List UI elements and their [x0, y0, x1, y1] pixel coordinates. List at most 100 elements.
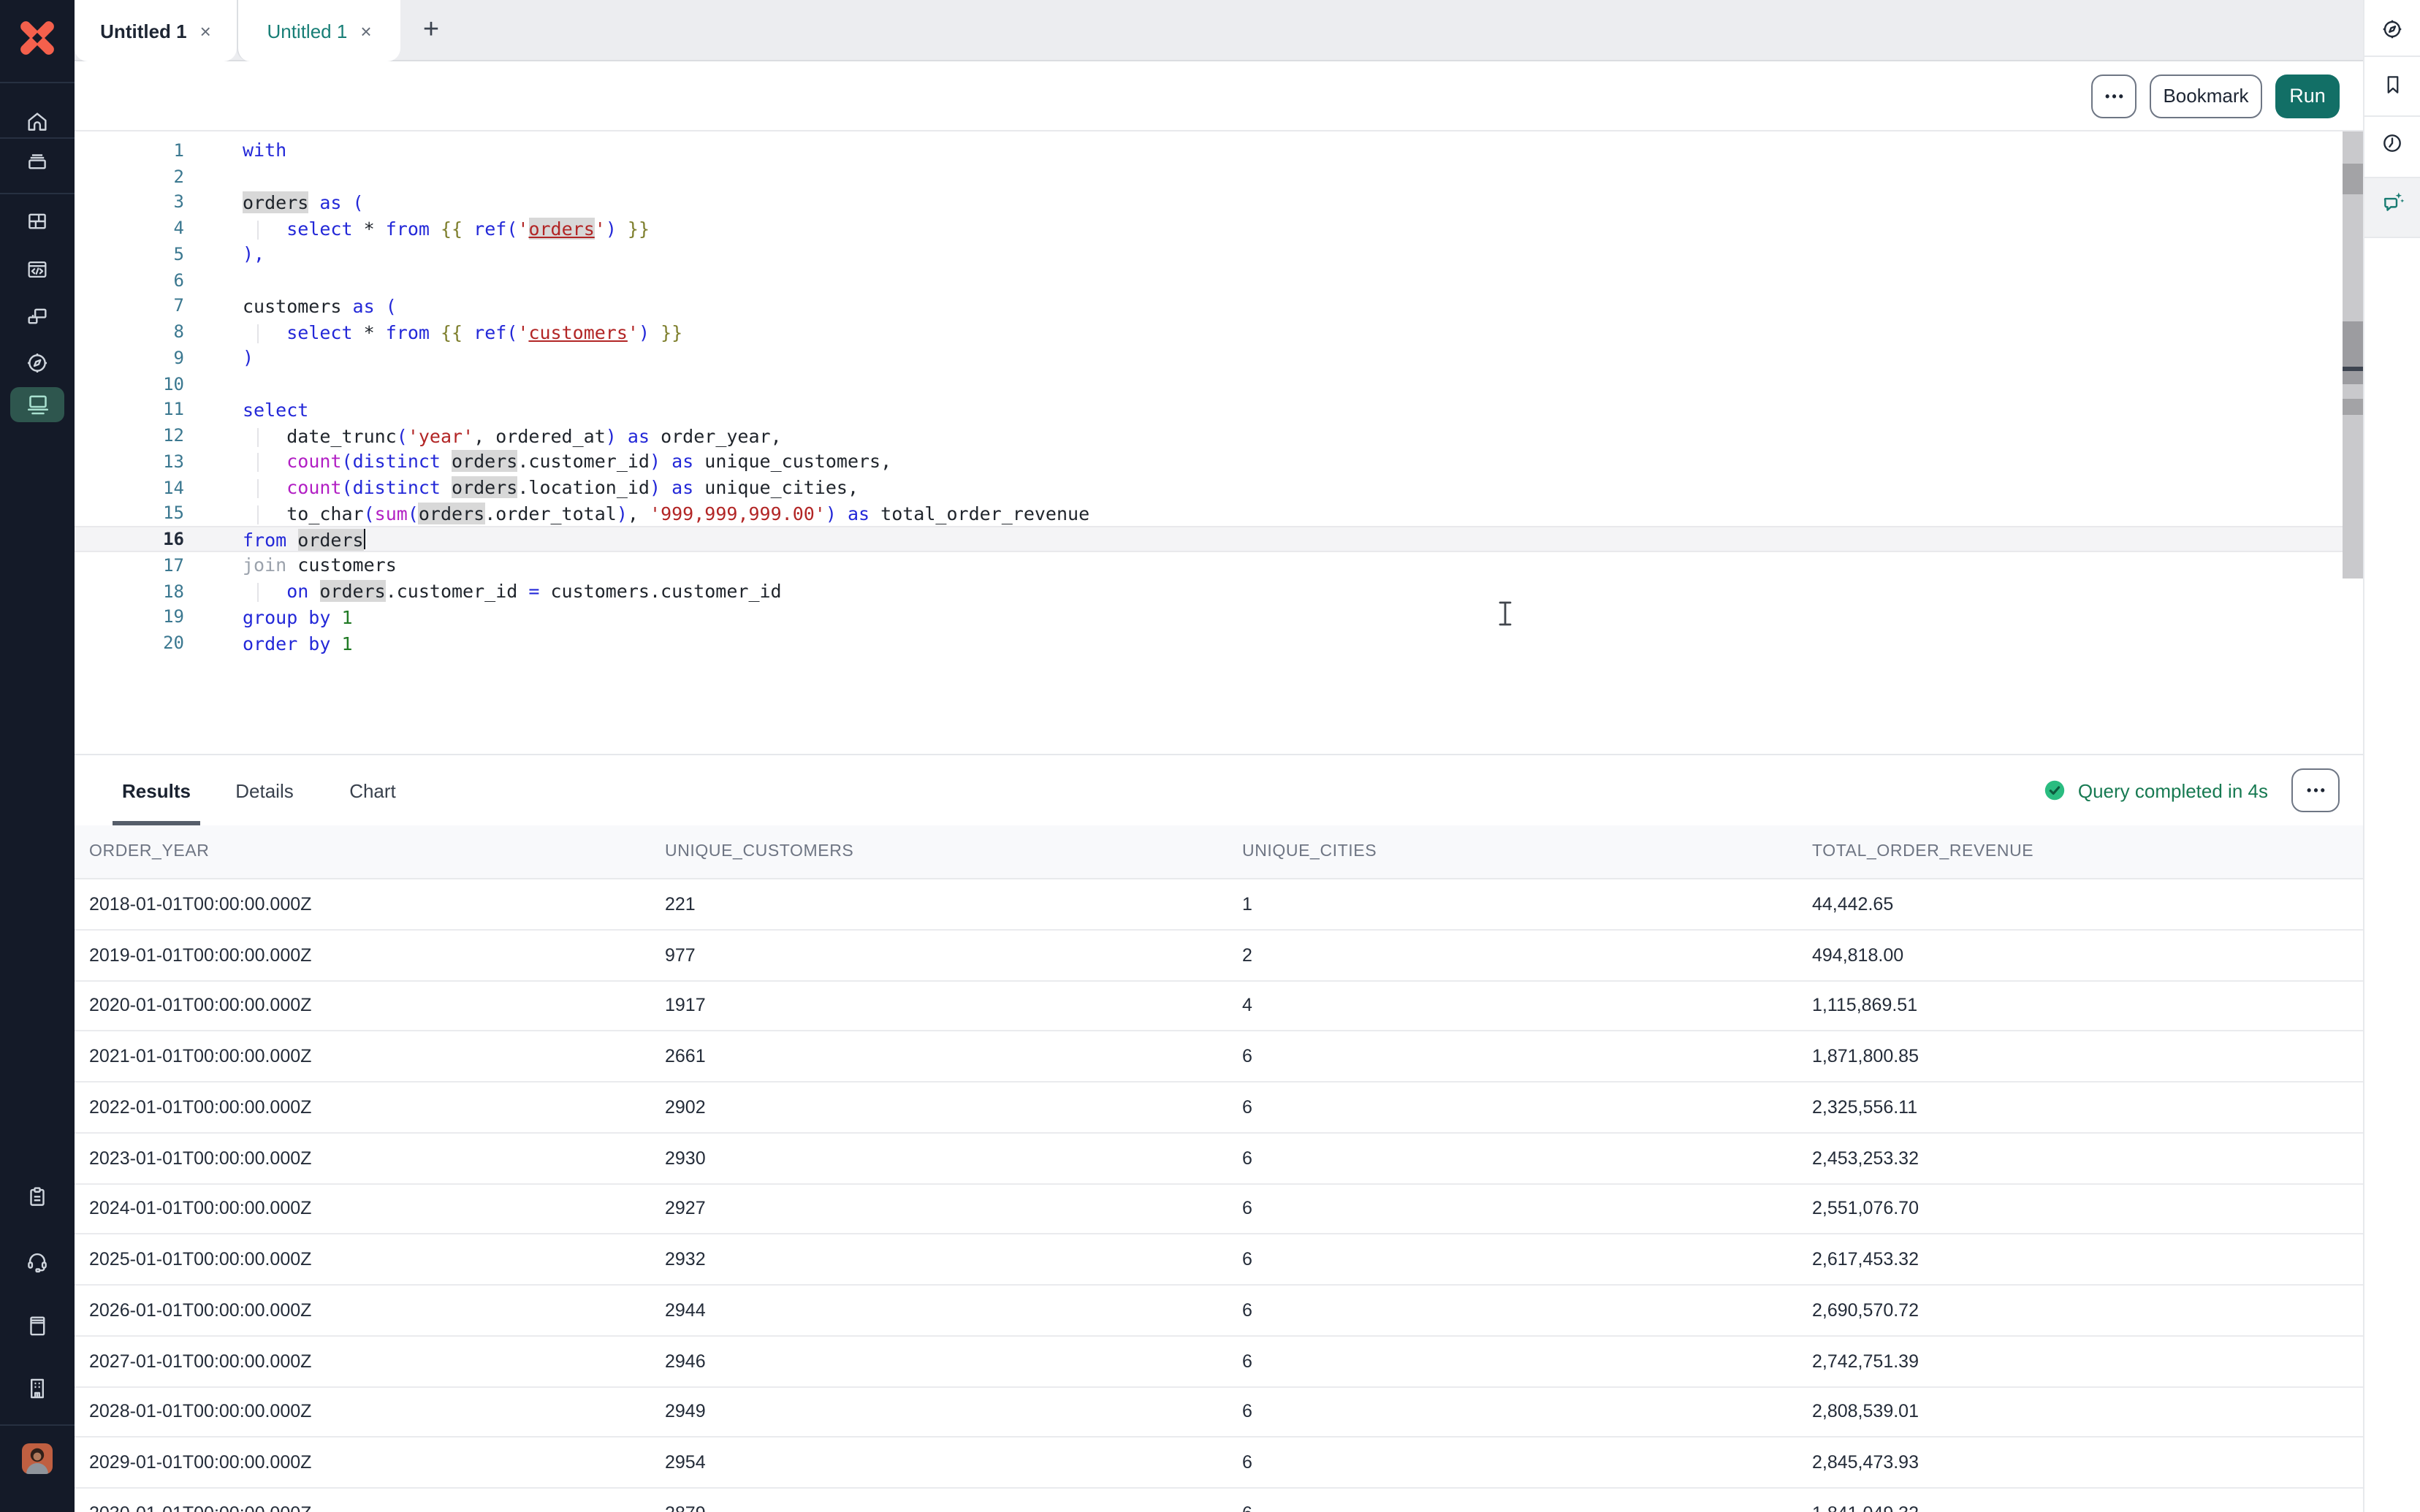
tab-untitled-1-active[interactable]: Untitled 1 ×: [75, 0, 237, 61]
table-cell: 6: [1238, 1387, 1808, 1437]
tab-results[interactable]: Results: [113, 755, 200, 825]
code-line[interactable]: 13 count(distinct orders.customer_id) as…: [75, 448, 2363, 475]
query-status: Query completed in 4s: [2044, 755, 2268, 825]
table-row: 2025-01-01T00:00:00.000Z293262,617,453.3…: [75, 1235, 2363, 1286]
column-header[interactable]: TOTAL_ORDER_REVENUE: [1808, 825, 2363, 878]
close-icon[interactable]: ×: [200, 20, 211, 42]
editor-scrollbar[interactable]: [2343, 131, 2363, 579]
sidebar-item-docs[interactable]: [0, 1313, 75, 1338]
table-body: 2018-01-01T00:00:00.000Z221144,442.65201…: [75, 879, 2363, 1512]
history-panel-button[interactable]: [2364, 131, 2420, 155]
line-content: customers as (: [184, 295, 397, 317]
sidebar-item-home[interactable]: [0, 110, 75, 134]
code-line[interactable]: 7customers as (: [75, 293, 2363, 319]
results-more-button[interactable]: •••: [2291, 768, 2340, 812]
code-line[interactable]: 12 date_trunc('year', ordered_at) as ord…: [75, 423, 2363, 449]
code-line[interactable]: 15 to_char(sum(orders.order_total), '999…: [75, 500, 2363, 527]
code-line[interactable]: 19group by 1: [75, 604, 2363, 630]
code-lines: 1with2 3orders as (4 select * from {{ ref…: [75, 131, 2363, 656]
code-line[interactable]: 4 select * from {{ ref('orders') }}: [75, 215, 2363, 242]
column-header[interactable]: UNIQUE_CUSTOMERS: [661, 825, 1238, 878]
code-line[interactable]: 2: [75, 164, 2363, 190]
sidebar-item-archive[interactable]: [0, 149, 75, 174]
sidebar-item-notebook-active[interactable]: [10, 387, 64, 422]
close-icon[interactable]: ×: [360, 20, 371, 42]
left-sidebar: [0, 0, 75, 1512]
line-content: group by 1: [184, 606, 353, 628]
sidebar-item-explore[interactable]: [0, 351, 75, 375]
sidebar-item-changelog[interactable]: [0, 1185, 75, 1210]
sidebar-item-code[interactable]: [0, 257, 75, 282]
line-number: 20: [75, 633, 184, 653]
tab-chart[interactable]: Chart: [329, 755, 416, 825]
sidebar-item-apps[interactable]: [0, 304, 75, 329]
table-cell: 2024-01-01T00:00:00.000Z: [85, 1184, 661, 1234]
code-line[interactable]: 10: [75, 371, 2363, 397]
code-line[interactable]: 1with: [75, 137, 2363, 164]
tab-bar: Untitled 1 × Untitled 1 × +: [75, 0, 2363, 61]
right-sidebar: [2363, 0, 2420, 1512]
laptop-terminal-icon: [24, 392, 50, 418]
code-line[interactable]: 8 select * from {{ ref('customers') }}: [75, 319, 2363, 345]
line-number: 9: [75, 348, 184, 368]
table-cell: 2927: [661, 1184, 1238, 1234]
screens-icon: [25, 304, 50, 329]
compass-icon: [2381, 18, 2404, 41]
code-line[interactable]: 18 on orders.customer_id = customers.cus…: [75, 579, 2363, 605]
line-content: orders as (: [184, 191, 364, 213]
line-number: 7: [75, 296, 184, 316]
line-number: 6: [75, 270, 184, 290]
line-content: from orders: [184, 528, 366, 550]
column-header[interactable]: UNIQUE_CITIES: [1238, 825, 1808, 878]
table-cell: 2,325,556.11: [1808, 1083, 2363, 1132]
column-header[interactable]: ORDER_YEAR: [85, 825, 661, 878]
clock-icon: [2381, 131, 2404, 155]
table-cell: 6: [1238, 1489, 1808, 1512]
table-cell: 2,690,570.72: [1808, 1286, 2363, 1335]
code-line[interactable]: 11select: [75, 397, 2363, 423]
line-content: order by 1: [184, 632, 353, 654]
line-number: 1: [75, 140, 184, 161]
code-line[interactable]: 9): [75, 345, 2363, 371]
run-button[interactable]: Run: [2275, 74, 2340, 118]
table-cell: 2030-01-01T00:00:00.000Z: [85, 1489, 661, 1512]
table-cell: 6: [1238, 1286, 1808, 1335]
table-cell: 2,551,076.70: [1808, 1184, 2363, 1234]
line-number: 11: [75, 400, 184, 420]
line-number: 5: [75, 244, 184, 264]
sidebar-item-dashboards[interactable]: [0, 209, 75, 234]
code-line[interactable]: 17join customers: [75, 552, 2363, 579]
table-cell: 977: [661, 931, 1238, 980]
line-content: with: [184, 140, 286, 161]
user-avatar[interactable]: [22, 1443, 53, 1474]
ai-assistant-button[interactable]: [2364, 190, 2420, 215]
bookmarks-panel-button[interactable]: [2364, 73, 2420, 96]
scrollbar-thumb[interactable]: [2343, 321, 2363, 384]
code-line[interactable]: 20order by 1: [75, 630, 2363, 657]
scrollbar-cursor-mark: [2343, 367, 2363, 371]
tab-untitled-1-secondary[interactable]: Untitled 1 ×: [237, 0, 400, 61]
bookmark-button[interactable]: Bookmark: [2150, 74, 2262, 118]
divider: [2364, 56, 2420, 57]
line-number: 4: [75, 218, 184, 238]
line-content: ): [184, 347, 254, 369]
more-options-button[interactable]: •••: [2091, 74, 2136, 118]
table-cell: 6: [1238, 1337, 1808, 1386]
divider: [2364, 237, 2420, 238]
sql-editor[interactable]: 1with2 3orders as (4 select * from {{ ref…: [75, 131, 2363, 754]
tab-details[interactable]: Details: [221, 755, 308, 825]
table-row: 2029-01-01T00:00:00.000Z295462,845,473.9…: [75, 1438, 2363, 1489]
line-number: 2: [75, 166, 184, 186]
outline-explore-button[interactable]: [2364, 18, 2420, 41]
new-tab-button[interactable]: +: [400, 0, 462, 60]
divider: [0, 82, 75, 83]
code-line[interactable]: 16from orders: [75, 527, 2363, 553]
results-header: Results Details Chart Query completed in…: [75, 755, 2363, 825]
code-line[interactable]: 3orders as (: [75, 189, 2363, 215]
scrollbar-mark: [2343, 164, 2363, 194]
sidebar-item-organization[interactable]: [0, 1376, 75, 1401]
sidebar-item-support[interactable]: [0, 1249, 75, 1274]
code-line[interactable]: 5),: [75, 241, 2363, 267]
code-line[interactable]: 14 count(distinct orders.location_id) as…: [75, 475, 2363, 501]
code-line[interactable]: 6: [75, 267, 2363, 294]
